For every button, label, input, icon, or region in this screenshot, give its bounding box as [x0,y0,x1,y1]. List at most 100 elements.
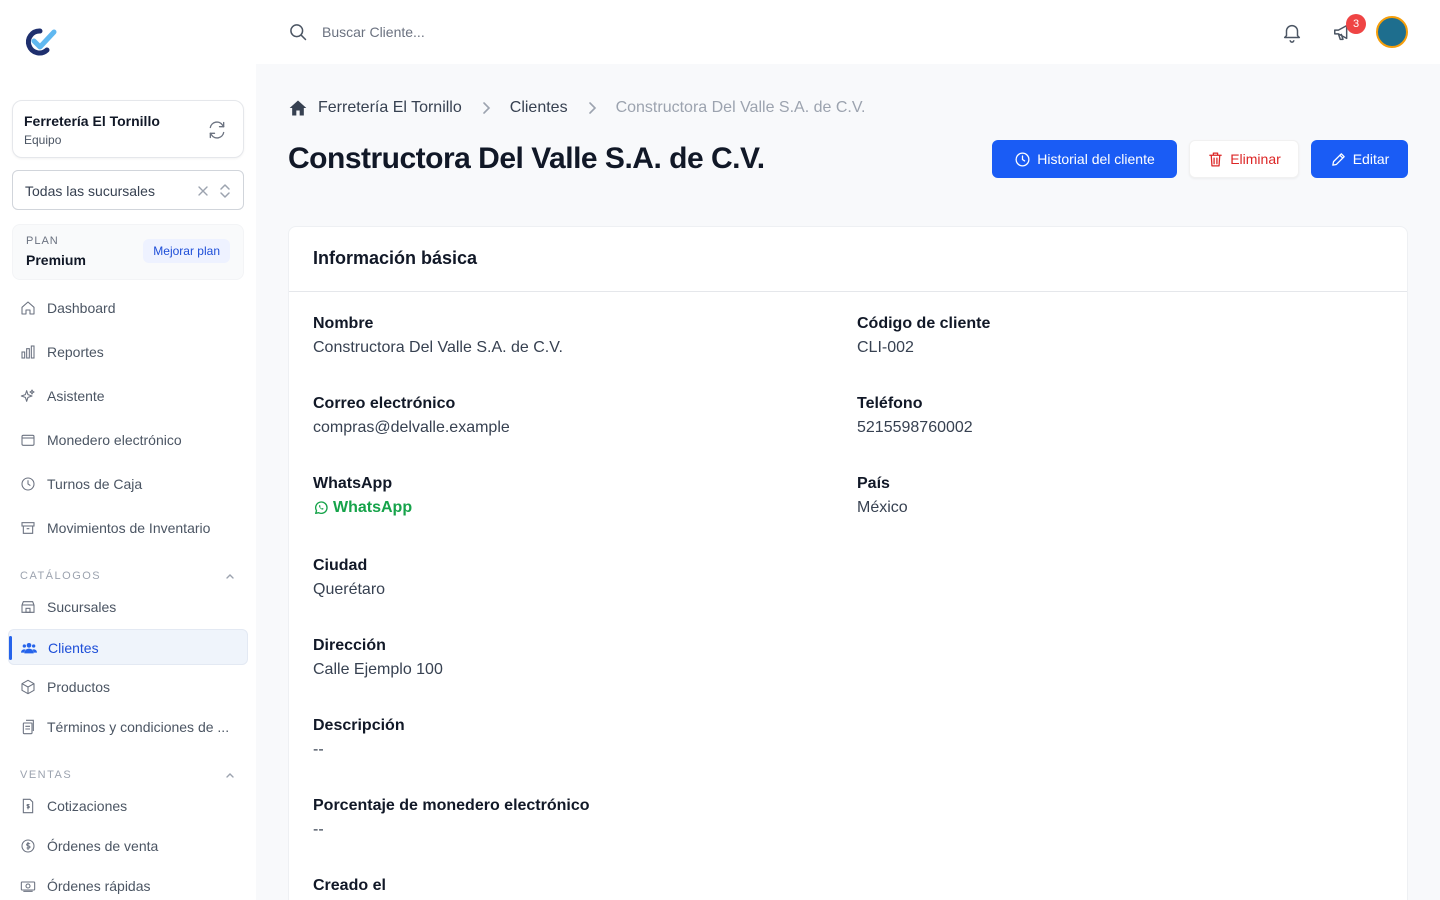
section-title-ventas: VENTAS [20,769,73,781]
refresh-icon[interactable] [207,120,227,140]
search-icon [290,24,307,41]
field-value: -- [313,741,324,758]
team-name: Ferretería El Tornillo [24,113,160,129]
trash-icon [1209,151,1223,167]
breadcrumb: Ferretería El Tornillo Clientes Construc… [288,96,865,120]
chevron-up-icon[interactable] [224,570,236,582]
sidebar-item-label: Turnos de Caja [47,476,143,492]
section-title-catalogos: CATÁLOGOS [20,570,102,582]
sidebar-item-label: Sucursales [47,599,117,615]
sidebar-item-label: Clientes [48,640,99,656]
field-value: CLI-002 [857,339,914,356]
customer-history-button[interactable]: Historial del cliente [992,140,1177,178]
sidebar-item-turnos[interactable]: Turnos de Caja [8,466,248,502]
app-logo-icon[interactable] [20,26,58,58]
sidebar-item-ordenes-venta[interactable]: Órdenes de venta [8,828,248,864]
breadcrumb-current: Constructora Del Valle S.A. de C.V. [615,99,866,116]
sidebar-item-label: Dashboard [47,300,116,316]
breadcrumb-clientes-link[interactable]: Clientes [510,99,568,117]
home-icon [21,301,35,315]
sidebar-item-label: Cotizaciones [47,798,128,814]
sidebar: Ferretería El Tornillo Equipo Todas las … [0,0,256,900]
team-switcher[interactable]: Ferretería El Tornillo Equipo [12,100,244,158]
field-value: -- [313,821,324,838]
sidebar-item-label: Reportes [47,344,104,360]
field-value: 5215598760002 [857,419,973,436]
sidebar-item-ordenes-rapidas[interactable]: Órdenes rápidas [8,868,248,900]
plan-card: PLAN Premium Mejorar plan [12,224,244,280]
plan-label: PLAN [26,235,59,247]
archive-icon [21,522,35,534]
branch-select-value: Todas las sucursales [25,183,155,199]
sparkles-icon [20,389,35,402]
field-label: Descripción [313,717,405,734]
sidebar-item-asistente[interactable]: Asistente [8,378,248,414]
sidebar-item-label: Monedero electrónico [47,432,182,448]
home-icon[interactable] [288,98,308,118]
sidebar-item-terminos[interactable]: Términos y condiciones de ... [8,709,248,745]
field-label: WhatsApp [313,475,393,492]
sidebar-item-label: Términos y condiciones de ... [47,719,230,735]
sidebar-item-reportes[interactable]: Reportes [8,334,248,370]
field-whatsapp: WhatsApp WhatsApp [313,472,412,520]
edit-label: Editar [1352,151,1390,167]
chart-bar-icon [21,345,35,359]
bell-icon[interactable] [1281,21,1303,43]
close-icon[interactable] [196,184,210,198]
branch-select[interactable]: Todas las sucursales [12,170,244,210]
chevron-up-icon[interactable] [224,769,236,781]
sidebar-item-inventario[interactable]: Movimientos de Inventario [8,510,248,546]
sidebar-item-label: Movimientos de Inventario [47,520,211,536]
search-input[interactable] [322,20,722,44]
delete-button[interactable]: Eliminar [1189,140,1299,178]
chevron-right-icon [482,102,490,114]
card-title: Información básica [313,248,478,268]
field-label: Nombre [313,315,374,332]
sidebar-item-productos[interactable]: Productos [8,669,248,705]
sidebar-item-monedero[interactable]: Monedero electrónico [8,422,248,458]
store-icon [21,601,35,613]
plan-name: Premium [26,252,86,268]
sidebar-item-dashboard[interactable]: Dashboard [8,290,248,326]
field-label: Correo electrónico [313,395,456,412]
field-label: Código de cliente [857,315,991,332]
whatsapp-icon [315,501,328,514]
currency-circle-icon [21,839,35,853]
field-nombre: Nombre Constructora Del Valle S.A. de C.… [313,312,563,360]
field-codigo: Código de cliente CLI-002 [857,312,990,360]
wallet-icon [21,434,35,446]
chevron-right-icon [588,102,596,114]
sidebar-item-label: Órdenes de venta [47,838,159,854]
field-ciudad: Ciudad Querétaro [313,554,385,602]
field-label: Porcentaje de monedero electrónico [313,797,590,814]
sidebar-item-clientes[interactable]: Clientes [8,629,248,665]
field-label: Ciudad [313,557,368,574]
field-descripcion: Descripción -- [313,714,405,762]
field-creado: Creado el [313,874,386,898]
clock-icon [1015,151,1030,167]
field-value: compras@delvalle.example [313,419,510,436]
field-telefono: Teléfono 5215598760002 [857,392,973,440]
delete-label: Eliminar [1230,151,1281,167]
field-correo: Correo electrónico compras@delvalle.exam… [313,392,510,440]
card-header: Información básica [289,227,1407,292]
whatsapp-link[interactable]: WhatsApp [313,496,412,520]
sidebar-item-cotizaciones[interactable]: Cotizaciones [8,788,248,824]
customer-history-label: Historial del cliente [1037,151,1155,167]
field-porcentaje-monedero: Porcentaje de monedero electrónico -- [313,794,590,842]
page-title: Constructora Del Valle S.A. de C.V. [288,142,765,175]
cube-icon [21,679,35,695]
users-icon [21,643,37,654]
document-icon [22,719,34,735]
avatar[interactable] [1376,16,1408,48]
document-dollar-icon [22,798,34,814]
field-label: Dirección [313,637,386,654]
basic-info-card: Información básica Nombre Constructora D… [288,226,1408,900]
upgrade-plan-button[interactable]: Mejorar plan [143,239,230,263]
breadcrumb-home-link[interactable]: Ferretería El Tornillo [318,99,462,117]
field-label: Teléfono [857,395,923,412]
edit-button[interactable]: Editar [1311,140,1408,178]
field-value: Querétaro [313,581,386,598]
sidebar-item-sucursales[interactable]: Sucursales [8,589,248,625]
notification-badge: 3 [1346,14,1366,34]
